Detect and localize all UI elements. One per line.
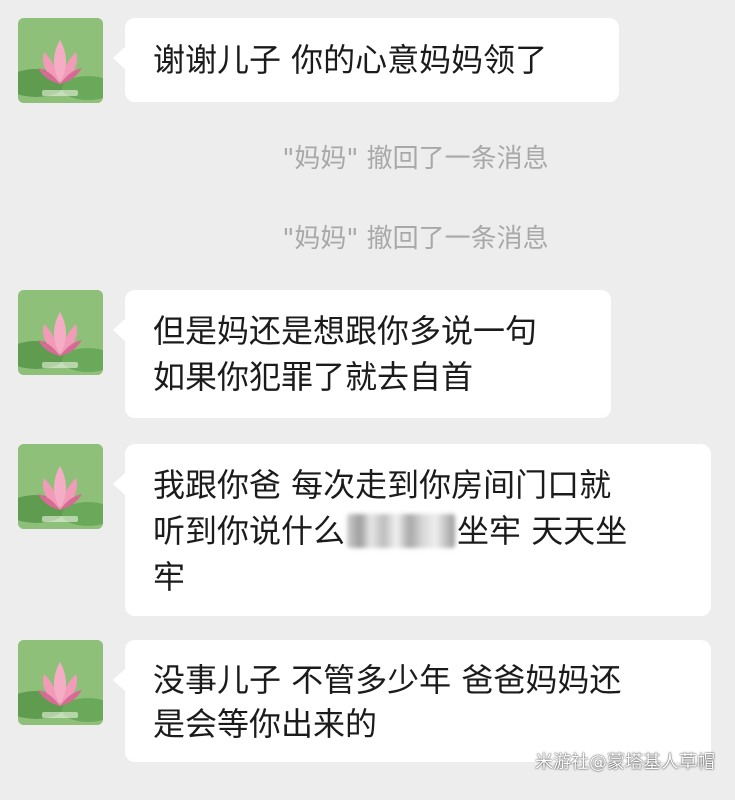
message-bubble[interactable]: 我跟你爸 每次走到你房间门口就 听到你说什么 坐牢 天天坐 牢 xyxy=(113,444,711,616)
message-bubble[interactable]: 但是妈还是想跟你多说一句 如果你犯罪了就去自首 xyxy=(113,290,611,418)
message-text: 听到你说什么 坐牢 天天坐 xyxy=(153,508,683,554)
message-text-segment: 坐牢 天天坐 xyxy=(457,512,628,550)
message-row: 我跟你爸 每次走到你房间门口就 听到你说什么 坐牢 天天坐 牢 xyxy=(18,444,711,616)
message-text: 牢 xyxy=(153,558,186,596)
recall-notice: "妈妈" 撤回了一条消息 xyxy=(0,222,735,256)
lotus-avatar-icon xyxy=(18,640,103,725)
recall-notice-text: "妈妈" 撤回了一条消息 xyxy=(282,224,549,254)
message-text: 我跟你爸 每次走到你房间门口就 xyxy=(153,466,612,504)
message-bubble[interactable]: 谢谢儿子 你的心意妈妈领了 xyxy=(113,18,619,102)
message-row: 但是妈还是想跟你多说一句 如果你犯罪了就去自首 xyxy=(18,290,611,418)
contact-avatar[interactable] xyxy=(18,18,103,103)
message-text: 是会等你出来的 xyxy=(153,705,378,743)
message-text: 没事儿子 不管多少年 爸爸妈妈还 xyxy=(153,661,622,699)
message-row: 没事儿子 不管多少年 爸爸妈妈还 是会等你出来的 xyxy=(18,640,711,762)
watermark: 米游社@蒙塔基人草帽 xyxy=(535,752,715,773)
blurred-censor xyxy=(347,514,456,548)
lotus-avatar-icon xyxy=(18,18,103,103)
lotus-avatar-icon xyxy=(18,290,103,375)
message-bubble[interactable]: 没事儿子 不管多少年 爸爸妈妈还 是会等你出来的 xyxy=(113,640,711,762)
message-text: 如果你犯罪了就去自首 xyxy=(153,358,474,396)
contact-avatar[interactable] xyxy=(18,640,103,725)
contact-avatar[interactable] xyxy=(18,444,103,529)
message-text: 但是妈还是想跟你多说一句 xyxy=(153,312,538,350)
lotus-avatar-icon xyxy=(18,444,103,529)
recall-notice: "妈妈" 撤回了一条消息 xyxy=(0,142,735,176)
message-text: 谢谢儿子 你的心意妈妈领了 xyxy=(153,41,548,79)
recall-notice-text: "妈妈" 撤回了一条消息 xyxy=(282,144,549,174)
message-text-segment: 听到你说什么 xyxy=(153,512,346,550)
contact-avatar[interactable] xyxy=(18,290,103,375)
message-row: 谢谢儿子 你的心意妈妈领了 xyxy=(18,18,619,103)
